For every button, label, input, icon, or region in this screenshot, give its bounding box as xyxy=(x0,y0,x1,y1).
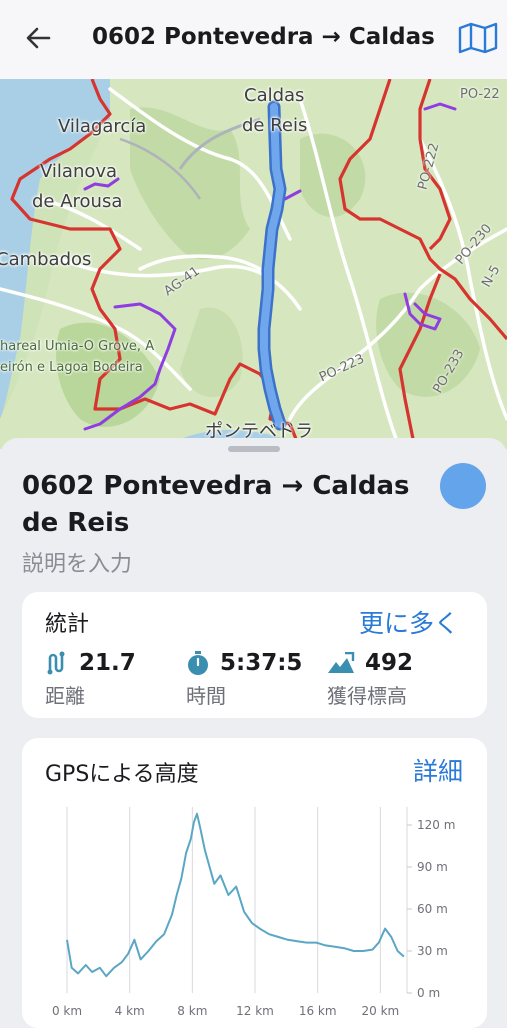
x-tick-label: 8 km xyxy=(177,1004,207,1018)
distance-label: 距離 xyxy=(45,684,85,708)
y-tick-label: 60 m xyxy=(417,902,448,916)
x-tick-label: 16 km xyxy=(299,1004,337,1018)
more-stats-link[interactable]: 更に多く xyxy=(359,604,459,640)
open-map-button[interactable] xyxy=(456,20,500,60)
sheet-drag-handle[interactable] xyxy=(228,446,280,452)
y-tick-label: 30 m xyxy=(417,944,448,958)
x-tick-label: 4 km xyxy=(115,1004,145,1018)
area-label: eirón e Lagoa Bodeira xyxy=(0,360,143,375)
elevation-card: GPSによる高度 詳細 0 km 4 km 8 km 12 km 16 km 20 km 0… xyxy=(22,738,487,1028)
app-bar: 0602 Pontevedra → Caldas de Reis xyxy=(0,0,507,79)
description-input[interactable]: 説明を入力 xyxy=(22,546,132,578)
x-tick-label: 12 km xyxy=(236,1004,274,1018)
ascent-value: 492 xyxy=(365,650,414,676)
track-details-sheet: 0602 Pontevedra → Caldas de Reis 説明を入力 統… xyxy=(0,438,507,1028)
road-label: PO-22 xyxy=(460,87,500,102)
place-label: de Arousa xyxy=(32,191,123,212)
place-label: Vilagarcía xyxy=(58,116,147,137)
elevation-title: GPSによる高度 xyxy=(45,762,199,787)
stopwatch-icon xyxy=(186,650,210,676)
stats-title: 統計 xyxy=(45,612,90,637)
track-color-button[interactable] xyxy=(440,463,486,509)
y-tick-label: 90 m xyxy=(417,860,448,874)
back-button[interactable] xyxy=(20,22,56,58)
time-label: 時間 xyxy=(186,684,226,708)
elevation-chart[interactable]: 0 km 4 km 8 km 12 km 16 km 20 km 0 m 30 m 60 m 90… xyxy=(22,793,487,1023)
ascent-stat: 492 獲得標高 xyxy=(327,650,413,709)
page-title: 0602 Pontevedra → Caldas de Reis xyxy=(92,24,438,50)
arrow-left-icon xyxy=(24,24,52,56)
place-label: Cambados xyxy=(0,249,92,270)
map-icon xyxy=(458,22,498,58)
place-label: Vilanova xyxy=(40,161,118,182)
elevation-details-link[interactable]: 詳細 xyxy=(413,752,463,788)
area-label: hareal Umia-O Grove, A xyxy=(0,339,155,354)
y-tick-label: 120 m xyxy=(417,818,455,832)
stats-card: 統計 更に多く 21.7 距離 5:37:5 時間 492 獲得標高 xyxy=(22,592,487,718)
time-value: 5:37:5 xyxy=(220,650,303,676)
place-label: de Reis xyxy=(242,115,308,136)
distance-value: 21.7 xyxy=(79,650,136,676)
x-tick-label: 20 km xyxy=(361,1004,399,1018)
y-tick-label: 0 m xyxy=(417,986,440,1000)
distance-stat: 21.7 距離 xyxy=(45,650,136,709)
time-stat: 5:37:5 時間 xyxy=(186,650,302,709)
track-name[interactable]: 0602 Pontevedra → Caldas de Reis xyxy=(22,468,422,542)
ascent-label: 獲得標高 xyxy=(327,684,407,708)
x-tick-label: 0 km xyxy=(52,1004,82,1018)
place-label: Caldas xyxy=(244,85,305,106)
route-icon xyxy=(45,650,69,676)
ascent-icon xyxy=(327,652,355,674)
route-map[interactable]: Caldas de Reis Vilagarcía Vilanova de Ar… xyxy=(0,79,507,449)
elevation-line xyxy=(66,812,405,978)
